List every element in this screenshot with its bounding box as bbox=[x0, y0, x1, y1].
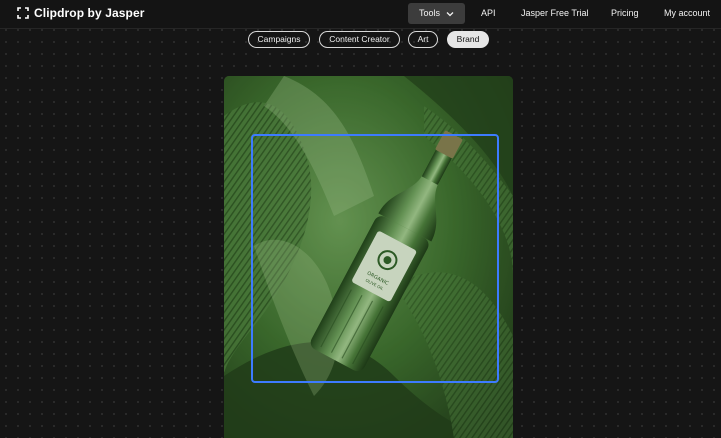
chevron-down-icon bbox=[446, 11, 454, 16]
brand-logo[interactable]: Clipdrop by Jasper bbox=[17, 6, 145, 20]
nav-link-api[interactable]: API bbox=[481, 3, 496, 24]
brand-name: Clipdrop by Jasper bbox=[34, 6, 145, 20]
category-chip-brand[interactable]: Brand bbox=[447, 31, 489, 48]
category-chip-art[interactable]: Art bbox=[408, 31, 438, 48]
top-navigation-bar: Clipdrop by Jasper Tools API Jasper Free… bbox=[0, 0, 721, 29]
selection-box[interactable] bbox=[251, 134, 499, 383]
tools-label: Tools bbox=[418, 8, 440, 18]
category-chip-campaigns[interactable]: Campaigns bbox=[248, 31, 310, 48]
tools-menu-button[interactable]: Tools bbox=[408, 3, 465, 24]
nav-link-my-account[interactable]: My account bbox=[664, 3, 710, 24]
clipdrop-logo-icon bbox=[17, 7, 29, 19]
category-chip-content-creator[interactable]: Content Creator bbox=[319, 31, 400, 48]
nav-link-pricing[interactable]: Pricing bbox=[611, 3, 639, 24]
nav-link-free-trial[interactable]: Jasper Free Trial bbox=[521, 3, 589, 24]
